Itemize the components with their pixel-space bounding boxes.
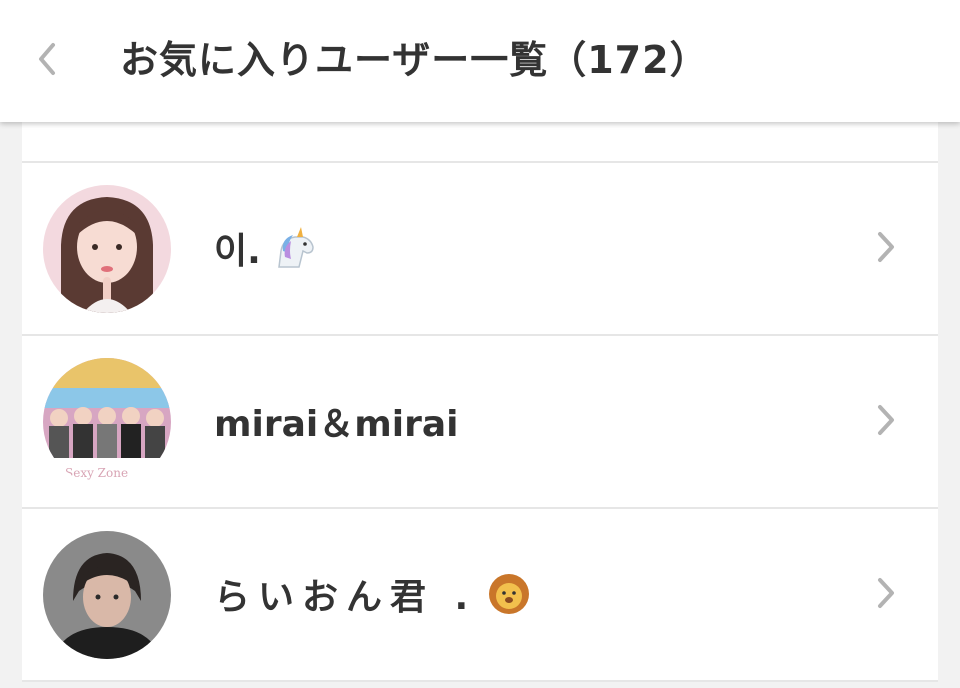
lion-icon	[488, 573, 530, 615]
chevron-right-icon[interactable]	[872, 573, 900, 613]
list-item[interactable]: らいおん君 .	[22, 509, 938, 682]
user-name-text: らいおん君 .	[214, 577, 477, 618]
user-name: 이.	[214, 225, 317, 272]
user-name: らいおん君 .	[214, 571, 530, 618]
list-item[interactable]: 이.	[22, 163, 938, 336]
chevron-right-icon[interactable]	[872, 227, 900, 267]
chevron-right-icon[interactable]	[872, 400, 900, 440]
back-button[interactable]	[22, 36, 72, 82]
avatar[interactable]	[43, 185, 171, 313]
avatar[interactable]: Sexy Zone	[43, 358, 171, 486]
unicorn-icon	[273, 227, 317, 269]
user-name-text: 이.	[214, 231, 261, 272]
avatar-caption: Sexy Zone	[65, 466, 129, 480]
chevron-left-icon	[39, 43, 55, 75]
app-header: お気に入りユーザー一覧（172）	[0, 0, 960, 122]
avatar[interactable]	[43, 531, 171, 659]
list-item[interactable]: Sexy Zone mirai＆mirai	[22, 336, 938, 509]
page-title: お気に入りユーザー一覧（172）	[120, 38, 709, 82]
user-name: mirai＆mirai	[214, 404, 459, 445]
